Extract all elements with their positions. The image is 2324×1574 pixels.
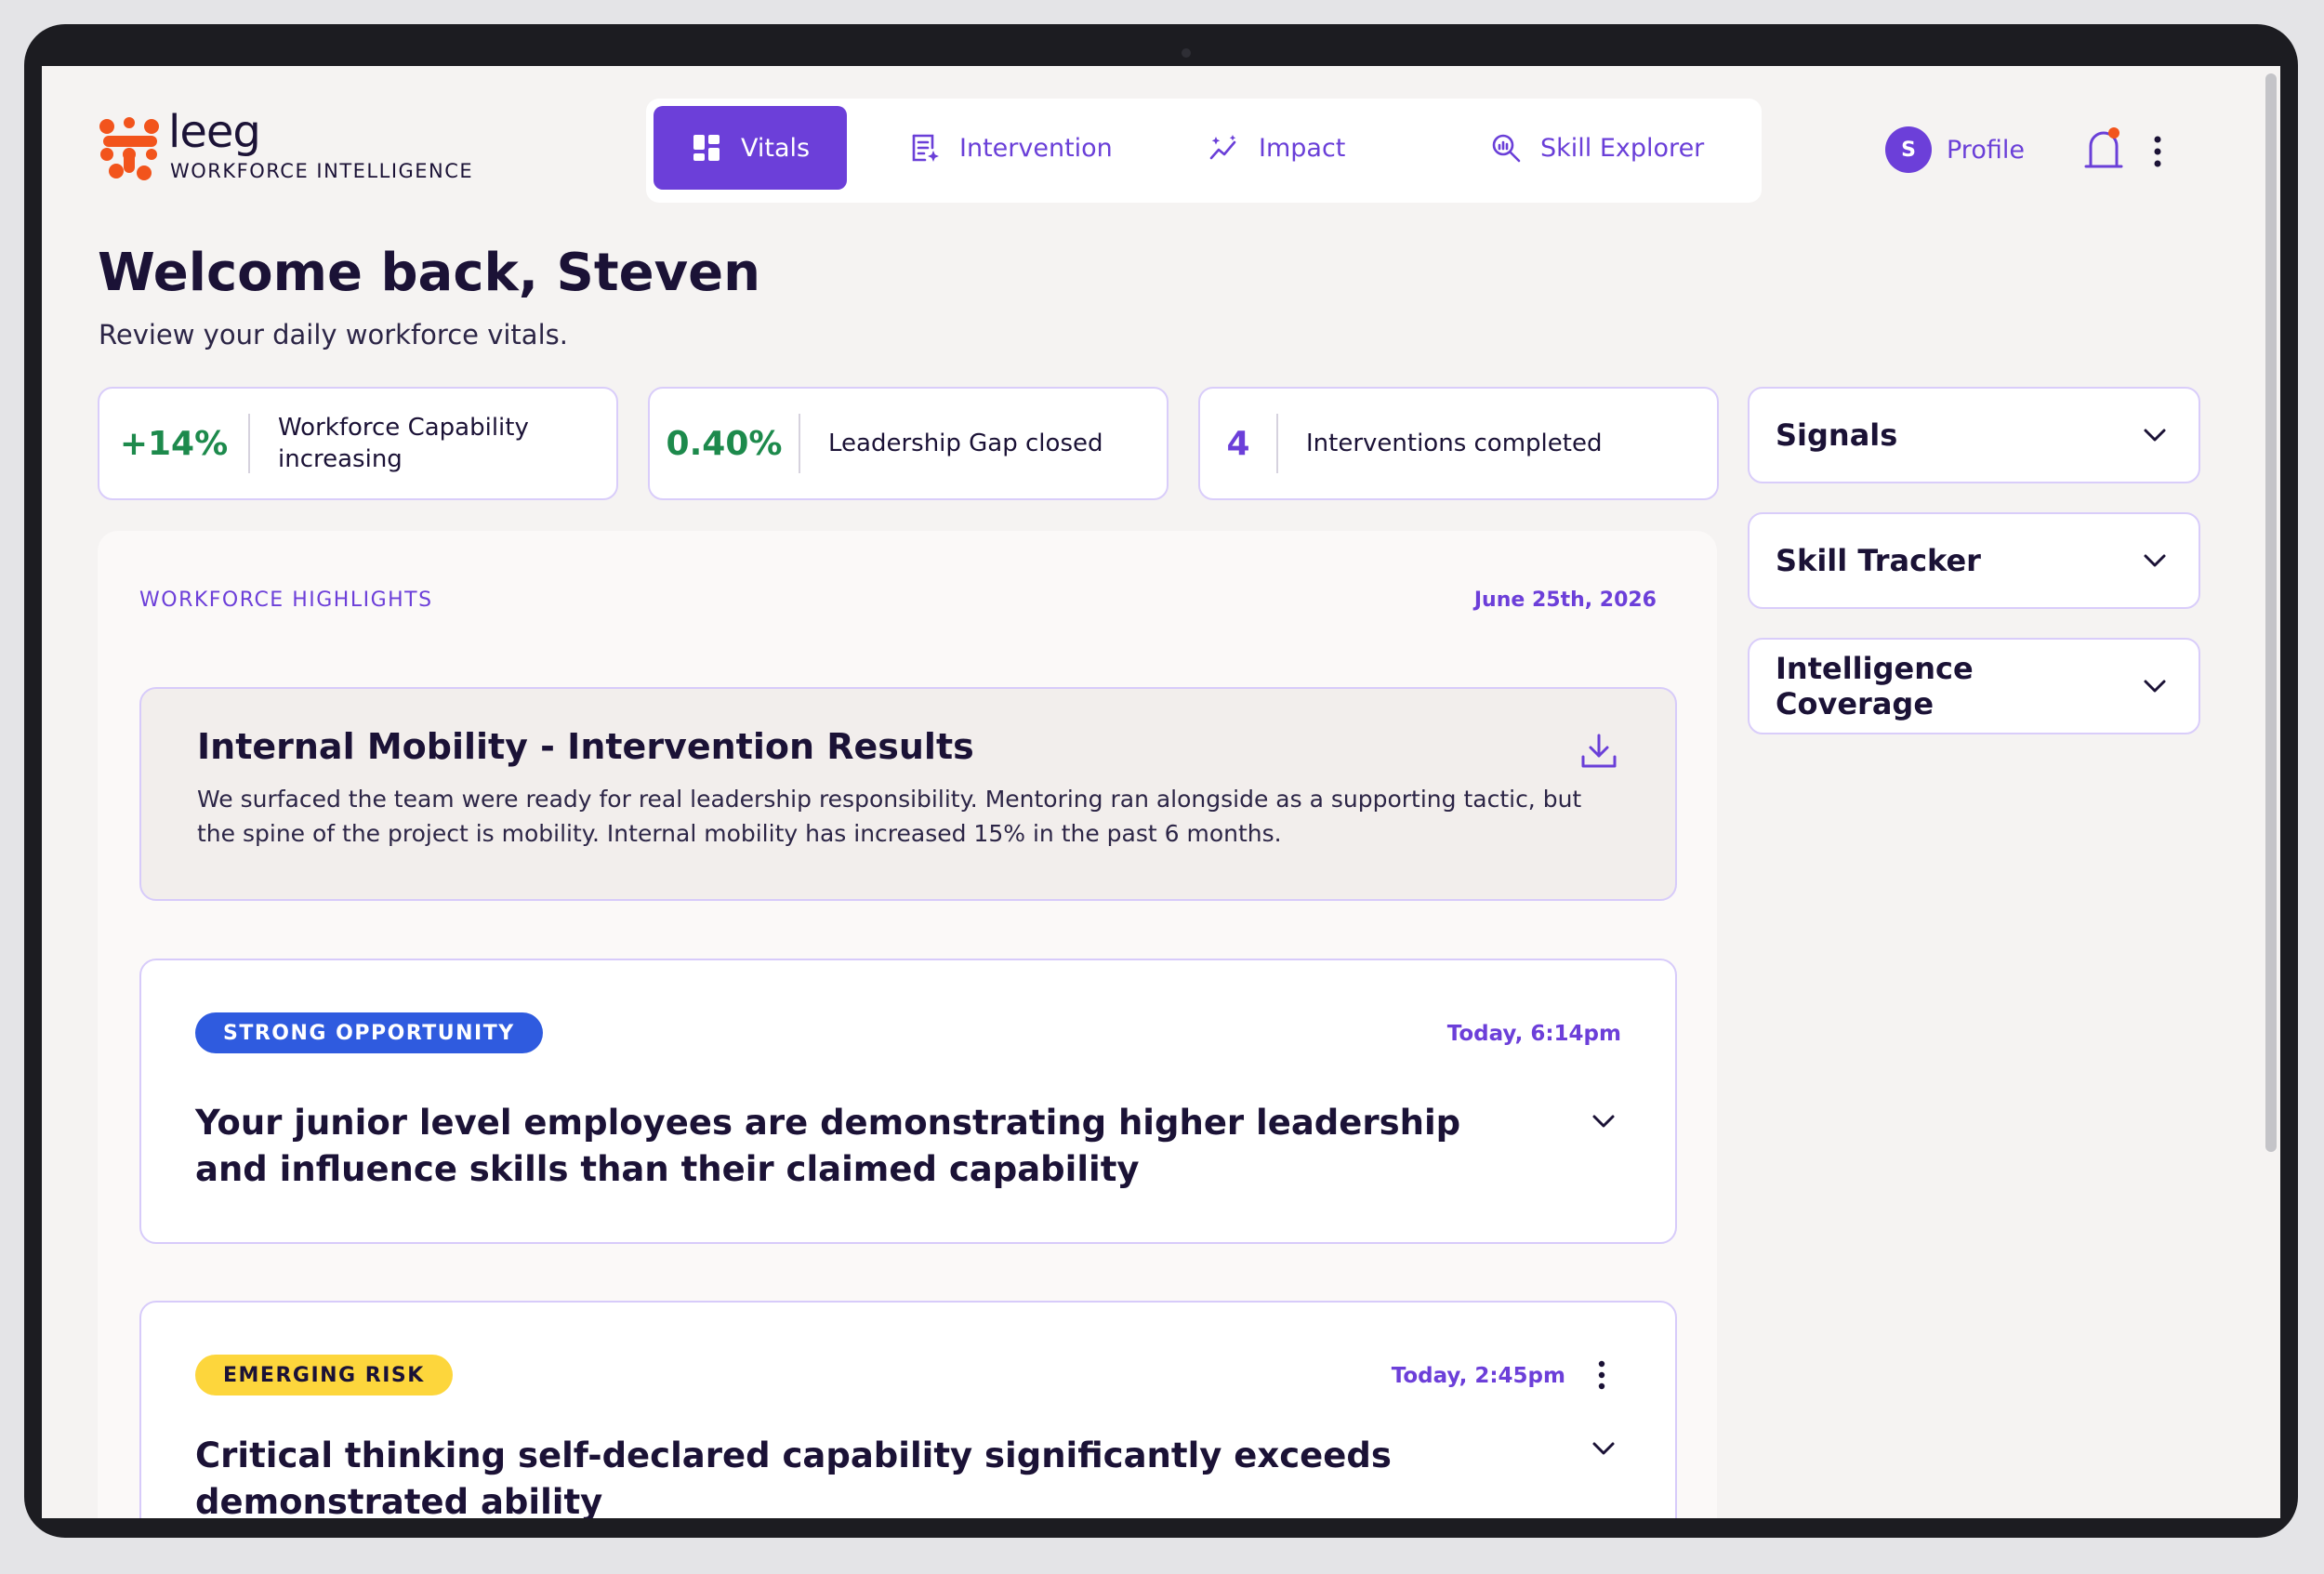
magnify-chart-icon (1492, 134, 1521, 163)
stat-value: 4 (1226, 424, 1250, 463)
page-subtitle: Review your daily workforce vitals. (99, 319, 568, 351)
accordion-label: Signals (1776, 417, 1898, 453)
stat-card-interventions[interactable]: 4 Interventions completed (1198, 387, 1719, 500)
trend-sparkle-icon (1209, 135, 1236, 160)
tab-impact[interactable]: Impact (1171, 106, 1382, 190)
card-timestamp: Today, 6:14pm (1446, 1022, 1621, 1046)
stat-label: Workforce Capability increasing (278, 414, 529, 473)
section-date: June 25th, 2026 (1473, 589, 1657, 612)
dashboard-grid-icon (693, 135, 720, 161)
stat-label: Interventions completed (1306, 430, 1603, 457)
chevron-down-icon[interactable] (1588, 1433, 1619, 1464)
workforce-highlights-panel: WORKFORCE HIGHLIGHTS June 25th, 2026 Int… (98, 531, 1717, 1518)
chevron-down-icon (2144, 680, 2166, 693)
opportunity-badge: STRONG OPPORTUNITY (195, 1012, 543, 1053)
page-title: Welcome back, Steven (98, 243, 760, 303)
chevron-down-icon (2144, 429, 2166, 442)
result-title: Internal Mobility - Intervention Results (197, 726, 974, 767)
stat-card-capability[interactable]: +14% Workforce Capability increasing (98, 387, 618, 500)
tab-intervention-label: Intervention (959, 133, 1113, 163)
brand-logo[interactable]: leeg WORKFORCE INTELLIGENCE (98, 106, 553, 192)
camera-dot (1182, 48, 1191, 58)
tab-skill-explorer[interactable]: Skill Explorer (1453, 106, 1741, 190)
more-options-icon[interactable] (1595, 1360, 1608, 1390)
download-icon[interactable] (1578, 731, 1619, 772)
brand-tagline: WORKFORCE INTELLIGENCE (170, 160, 474, 182)
tab-vitals[interactable]: Vitals (654, 106, 848, 190)
stat-card-leadership-gap[interactable]: 0.40% Leadership Gap closed (648, 387, 1169, 500)
skill-tracker-accordion[interactable]: Skill Tracker (1748, 512, 2200, 609)
insight-card[interactable]: EMERGING RISK Today, 2:45pm Critical thi… (139, 1301, 1677, 1518)
profile-button[interactable]: S Profile (1885, 126, 2025, 173)
intelligence-coverage-accordion[interactable]: Intelligence Coverage (1748, 638, 2200, 734)
card-title: Critical thinking self-declared capabili… (195, 1435, 1392, 1518)
avatar: S (1885, 126, 1932, 173)
result-body: We surfaced the team were ready for real… (197, 786, 1582, 847)
intervention-result-card[interactable]: Internal Mobility - Intervention Results… (139, 687, 1677, 901)
risk-badge: EMERGING RISK (195, 1355, 453, 1395)
stat-value: 0.40% (666, 424, 783, 463)
app-screen: leeg WORKFORCE INTELLIGENCE Vitals Inter… (42, 66, 2280, 1518)
accordion-label: Skill Tracker (1776, 543, 1981, 578)
document-sparkle-icon (912, 134, 939, 162)
tab-skill-explorer-label: Skill Explorer (1540, 133, 1705, 163)
leeg-logo-icon (99, 117, 159, 180)
bell-icon[interactable] (2082, 126, 2125, 174)
chevron-down-icon[interactable] (1588, 1105, 1619, 1137)
card-title: Your junior level employees are demonstr… (195, 1103, 1461, 1189)
accordion-label: Intelligence Coverage (1776, 651, 1974, 721)
card-timestamp: Today, 2:45pm (1391, 1364, 1565, 1388)
more-options-icon[interactable] (2150, 135, 2165, 168)
tab-vitals-label: Vitals (741, 133, 811, 163)
page-scrollbar[interactable] (2265, 73, 2277, 1152)
main-nav: Vitals Intervention Impact Skill Explore… (646, 99, 1762, 203)
stat-label: Leadership Gap closed (828, 430, 1103, 457)
brand-name: leeg (168, 106, 261, 158)
section-label: WORKFORCE HIGHLIGHTS (139, 589, 433, 612)
tab-impact-label: Impact (1259, 133, 1346, 163)
signals-accordion[interactable]: Signals (1748, 387, 2200, 483)
stat-value: +14% (119, 424, 229, 463)
chevron-down-icon (2144, 554, 2166, 567)
insight-card[interactable]: STRONG OPPORTUNITY Today, 6:14pm Your ju… (139, 959, 1677, 1244)
tab-intervention[interactable]: Intervention (872, 106, 1150, 190)
profile-label: Profile (1947, 135, 2025, 165)
